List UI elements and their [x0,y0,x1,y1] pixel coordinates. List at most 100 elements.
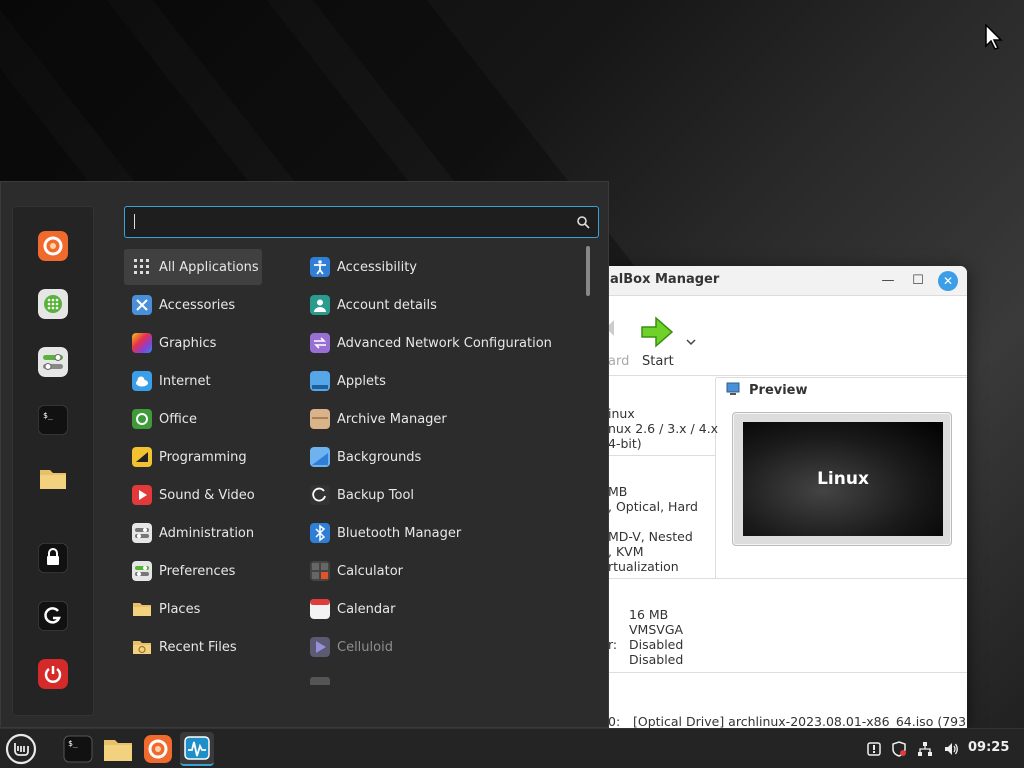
backup-icon [310,485,330,505]
sound-video-icon [132,485,152,505]
app-celluloid[interactable]: Celluloid [302,629,582,665]
app-accessibility[interactable]: Accessibility [302,249,582,285]
software-manager-icon[interactable] [38,289,68,319]
terminal-icon: $_ [63,735,93,763]
taskbar-panel: $_ 09:25 [0,728,1024,768]
maximize-button[interactable]: ☐ [908,271,928,291]
category-label: Internet [159,373,211,389]
divider [560,578,967,579]
firefox-icon[interactable] [38,231,68,261]
preview-monitor-icon [726,382,740,395]
taskbar-terminal[interactable]: $_ [61,732,95,766]
category-label: Administration [159,525,255,541]
app-applets[interactable]: Applets [302,363,582,399]
category-all-applications[interactable]: All Applications [124,249,262,285]
app-label: Celluloid [337,639,393,655]
app-backup-tool[interactable]: Backup Tool [302,477,582,513]
category-label: Programming [159,449,247,465]
virtualbox-manager-window[interactable]: alBox Manager — ☐ ✕ ard Start inux nux 2… [560,266,967,728]
display-video-memory: 16 MB [629,607,669,622]
display-label-3: r: [608,637,618,652]
search-input[interactable] [133,212,563,232]
app-backgrounds[interactable]: Backgrounds [302,439,582,475]
start-arrow-icon[interactable] [640,316,674,348]
volume-icon[interactable] [943,741,959,757]
network-icon[interactable] [917,741,933,757]
firefox-icon [144,735,172,763]
window-titlebar[interactable]: alBox Manager — ☐ ✕ [560,266,967,296]
system-line-6: rtualization [608,559,679,574]
app-label: Archive Manager [337,411,447,427]
category-preferences[interactable]: Preferences [124,553,262,589]
toolbar: ard Start [560,296,967,376]
recent-files-icon [133,641,151,654]
category-label: Office [159,411,197,427]
search-icon [577,216,590,229]
calculator-icon [310,561,330,581]
taskbar-system-monitor[interactable] [180,732,214,766]
category-places[interactable]: Places [124,591,262,627]
update-icon[interactable] [866,741,882,757]
close-button[interactable]: ✕ [938,271,958,291]
accessories-icon [132,295,152,315]
category-label: Sound & Video [159,487,255,503]
chevron-down-icon[interactable] [686,338,696,346]
grid-icon [134,259,149,274]
general-os-line-2: nux 2.6 / 3.x / 4.x [608,421,719,436]
accessibility-icon [310,257,330,277]
files-icon[interactable] [38,463,68,493]
category-internet[interactable]: Internet [124,363,262,399]
lock-icon[interactable] [38,543,68,573]
app-label: Accessibility [337,259,417,275]
backgrounds-icon [310,447,330,467]
text-caret [134,214,135,229]
logout-icon[interactable] [38,601,68,631]
general-os-line-1: inux [608,406,635,421]
settings-icon[interactable] [38,347,68,377]
vm-preview-screen: Linux [743,422,943,536]
general-os-line-3: 4-bit) [608,436,642,451]
app-advanced-network-configuration[interactable]: Advanced Network Configuration [302,325,582,361]
category-accessories[interactable]: Accessories [124,287,262,323]
app-calculator[interactable]: Calculator [302,553,582,589]
menu-button[interactable] [4,732,38,766]
category-programming[interactable]: Programming [124,439,262,475]
category-graphics[interactable]: Graphics [124,325,262,361]
taskbar-files[interactable] [101,732,135,766]
app-bluetooth-manager[interactable]: Bluetooth Manager [302,515,582,551]
taskbar-firefox[interactable] [141,732,175,766]
start-button[interactable]: Start [642,354,674,369]
files-icon [104,740,132,761]
applets-icon [310,371,330,391]
app-partial-row [310,677,330,685]
discard-label[interactable]: ard [608,354,629,369]
system-line-5: , KVM [608,544,644,559]
app-calendar[interactable]: Calendar [302,591,582,627]
scrollbar[interactable] [586,246,590,296]
clock[interactable]: 09:25 [968,740,1009,755]
category-office[interactable]: Office [124,401,262,437]
window-title: alBox Manager [610,272,720,287]
power-icon[interactable] [38,659,68,689]
category-sound-video[interactable]: Sound & Video [124,477,262,513]
celluloid-icon [310,637,330,657]
app-account-details[interactable]: Account details [302,287,582,323]
app-label: Advanced Network Configuration [337,335,552,351]
mint-logo-icon [5,733,37,765]
divider [560,672,967,673]
terminal-icon[interactable]: $_ [38,405,68,435]
app-label: Calendar [337,601,396,617]
shield-icon[interactable] [891,741,907,757]
calendar-icon [310,599,330,619]
system-line-1: MB [608,484,628,499]
app-label: Bluetooth Manager [337,525,462,541]
minimize-button[interactable]: — [878,271,898,291]
svg-text:$_: $_ [68,739,78,748]
mouse-cursor-icon [985,24,1003,50]
category-administration[interactable]: Administration [124,515,262,551]
category-recent-files[interactable]: Recent Files [124,629,262,665]
app-archive-manager[interactable]: Archive Manager [302,401,582,437]
vm-preview: Linux [732,412,952,546]
display-recording: Disabled [629,652,684,667]
search-box[interactable] [124,206,599,238]
